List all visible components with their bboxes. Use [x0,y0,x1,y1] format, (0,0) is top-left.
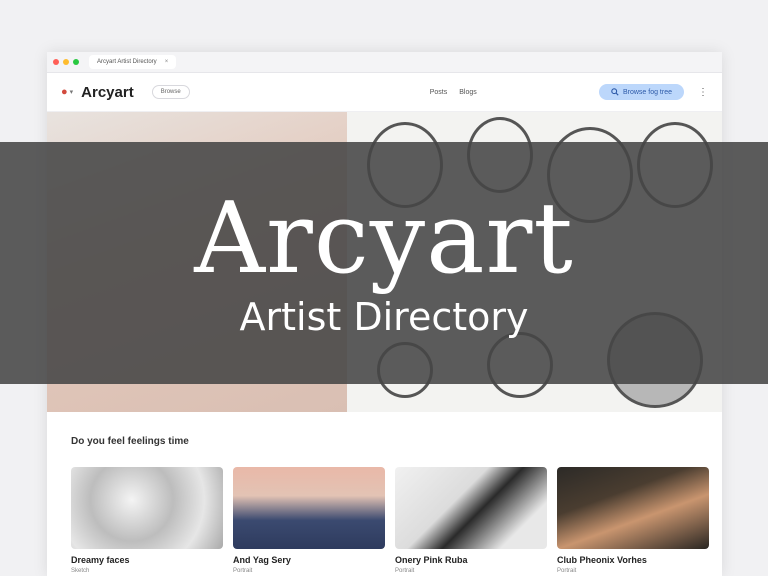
tab-bar: Arcyart Artist Directory × [47,52,722,73]
section-title: Do you feel feelings time [71,436,189,447]
browse-pill[interactable]: Browse [151,85,190,99]
artist-card-sub: Portrait [557,568,577,574]
artist-card-sub: Portrait [233,568,253,574]
nav-link-posts[interactable]: Posts [430,89,448,96]
artist-card-sub: Portrait [395,568,415,574]
banner-subtitle: Artist Directory [239,295,529,339]
artist-card[interactable]: Club Pheonix Vorhes Portrait [557,467,709,574]
artist-card[interactable]: Dreamy faces Sketch [71,467,223,574]
site-navbar: ● ▾ Arcyart Browse Posts Blogs Browse fo… [47,73,722,112]
artist-card-name[interactable]: Dreamy faces [71,555,223,565]
artist-card-image[interactable] [71,467,223,549]
browser-tab[interactable]: Arcyart Artist Directory × [89,55,177,69]
more-options-icon[interactable]: ⋮ [698,87,708,98]
minimize-window-dot[interactable] [63,59,69,65]
artist-card[interactable]: Onery Pink Ruba Portrait [395,467,547,574]
chevron-down-icon[interactable]: ▾ [70,88,74,96]
search-button[interactable]: Browse fog tree [598,84,684,100]
artist-card-image[interactable] [233,467,385,549]
maximize-window-dot[interactable] [73,59,79,65]
search-icon [611,88,619,96]
artist-card-name[interactable]: Onery Pink Ruba [395,555,547,565]
search-label: Browse fog tree [622,88,672,96]
artist-card-sub: Sketch [71,568,90,574]
artist-card-name[interactable]: Club Pheonix Vorhes [557,555,709,565]
title-banner: Arcyart Artist Directory [0,142,768,384]
close-window-dot[interactable] [53,59,59,65]
nav-links: Posts Blogs [430,89,477,96]
artist-card-image[interactable] [557,467,709,549]
tab-label: Arcyart Artist Directory [97,59,157,65]
artist-card-name[interactable]: And Yag Sery [233,555,385,565]
brand-name[interactable]: Arcyart [81,84,134,101]
artist-card-image[interactable] [395,467,547,549]
logo-icon[interactable]: ● [61,86,68,98]
tab-close-icon[interactable]: × [165,59,169,65]
banner-title: Arcyart [194,182,574,296]
artist-cards: Dreamy faces Sketch And Yag Sery Portrai… [71,467,709,574]
nav-link-blogs[interactable]: Blogs [459,89,477,96]
artist-card[interactable]: And Yag Sery Portrait [233,467,385,574]
